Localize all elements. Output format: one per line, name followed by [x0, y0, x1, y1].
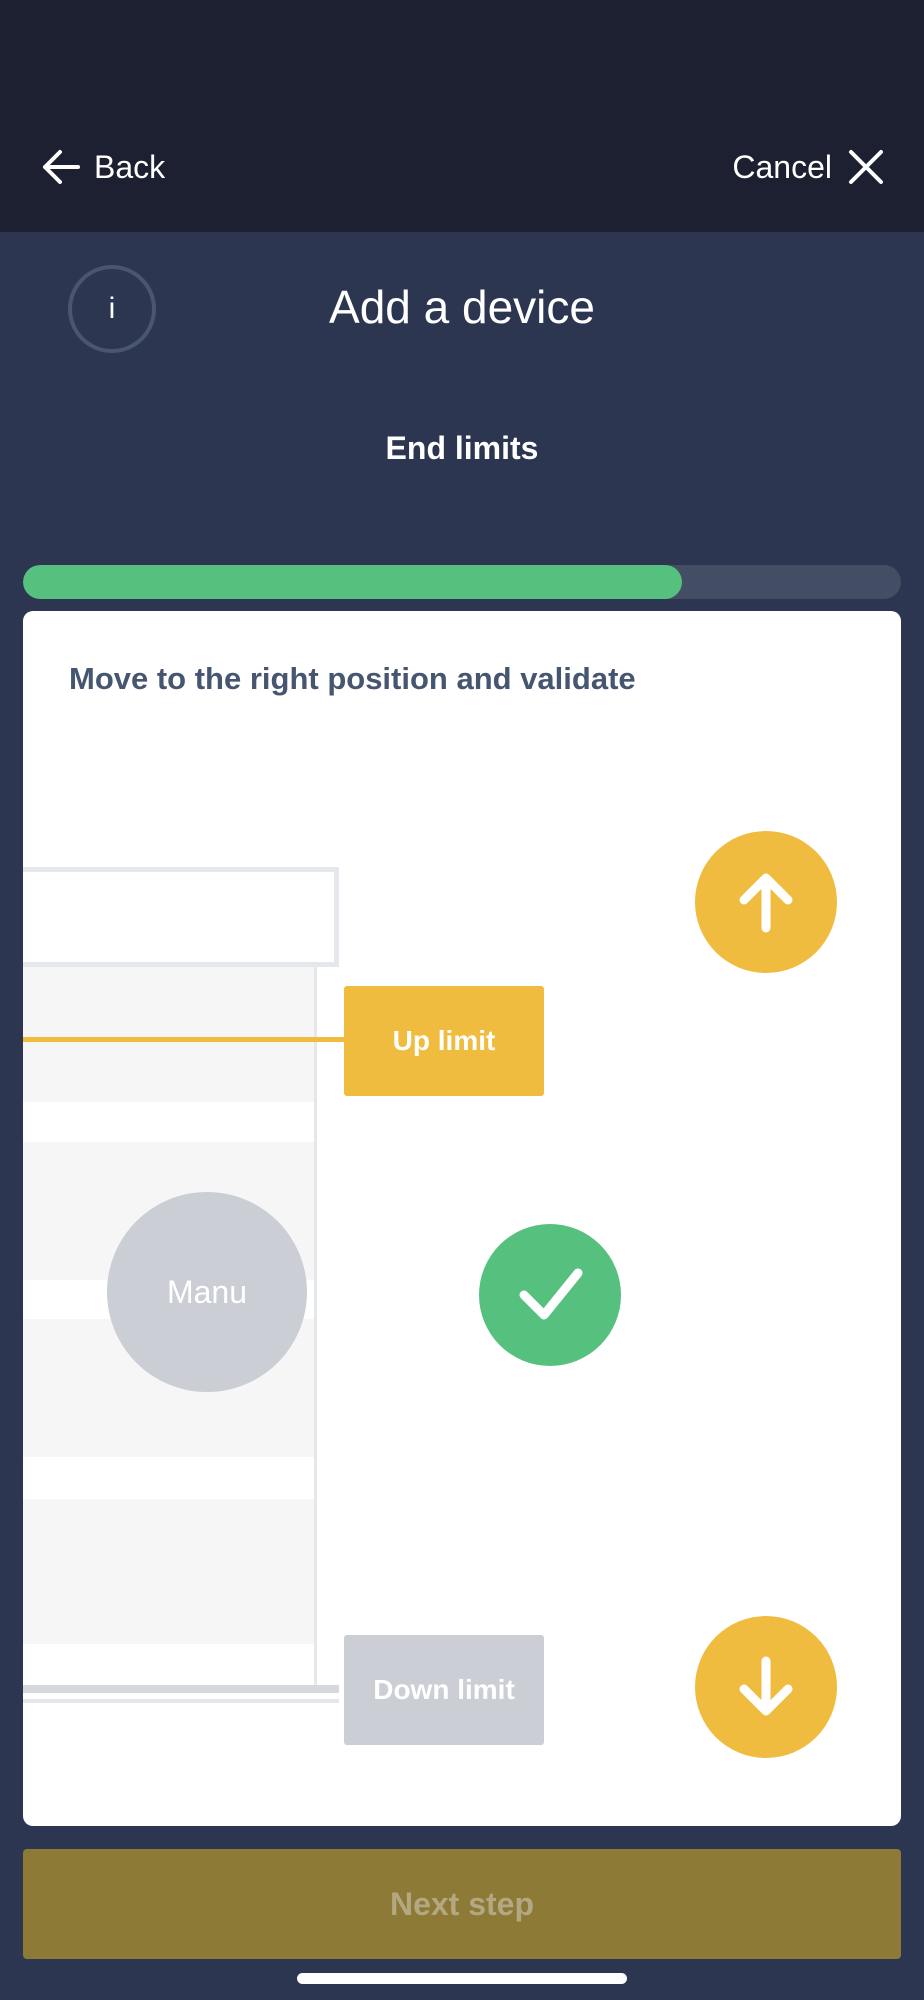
validate-button[interactable] [479, 1224, 621, 1366]
blind-bottom-rail [23, 1685, 339, 1693]
manu-button[interactable]: Manu [107, 1192, 307, 1392]
manu-label: Manu [166, 1273, 248, 1310]
top-navigation-bar: Back Cancel [0, 0, 924, 232]
blind-bottom-edge [23, 1699, 339, 1703]
blind-header-box [23, 867, 339, 967]
close-icon [849, 150, 883, 184]
arrow-down-icon [739, 1656, 793, 1716]
end-limits-card: Move to the right position and validate … [23, 611, 901, 1826]
up-limit-tag: Up limit [344, 986, 544, 1096]
back-label: Back [94, 148, 166, 185]
page-title: Add a device [329, 281, 595, 333]
card-instruction: Move to the right position and validate [69, 661, 636, 696]
next-step-button[interactable]: Next step [23, 1849, 901, 1959]
down-limit-tag: Down limit [344, 1635, 544, 1745]
arrow-left-icon [43, 150, 80, 184]
back-button[interactable]: Back [38, 142, 165, 192]
arrow-up-icon [739, 873, 793, 933]
move-up-button[interactable] [695, 831, 837, 973]
blind-slat [23, 1499, 314, 1644]
cancel-label: Cancel [732, 148, 832, 185]
up-limit-line [23, 1037, 345, 1042]
progress-bar [23, 565, 901, 599]
move-down-button[interactable] [695, 1616, 837, 1758]
cancel-button[interactable]: Cancel [732, 142, 886, 192]
checkmark-icon [519, 1268, 583, 1320]
blind-slat [23, 967, 314, 1102]
home-indicator [297, 1973, 627, 1984]
step-title: End limits [385, 430, 539, 466]
progress-fill [23, 565, 682, 599]
